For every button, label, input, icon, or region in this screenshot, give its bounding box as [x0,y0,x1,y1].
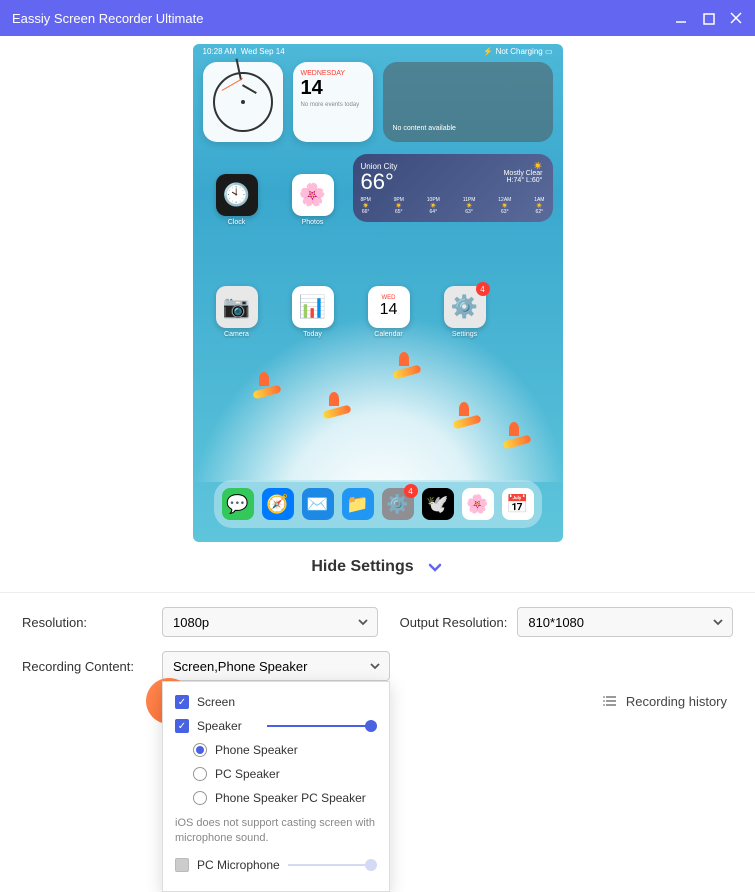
phone-statusbar: 10:28 AM Wed Sep 14 ⚡ Not Charging ▭ [193,47,563,56]
weather-condition: ☀️ Mostly Clear H:74° L:60° [504,162,543,184]
cal-num: 14 [301,77,365,100]
dock-icon: ⚙️4 [382,488,414,520]
photos-icon: 🌸 [292,174,334,216]
clock-face-icon [213,72,273,132]
app-icon: ⚙️4Settings [439,286,491,338]
resolution-select[interactable] [162,607,378,637]
settings-row: Resolution: Output Resolution: [22,607,733,637]
statusbar-date: Wed Sep 14 [241,47,285,56]
radio-pc-speaker[interactable]: PC Speaker [193,762,377,786]
radio-icon[interactable] [193,767,207,781]
dock-icon: 🕊️ [422,488,454,520]
app-icon: WED14Calendar [363,286,415,338]
radio-icon[interactable] [193,791,207,805]
maximize-button[interactable] [702,11,715,25]
checkbox-icon[interactable]: ✓ [175,695,189,709]
dropdown-option-speaker[interactable]: ✓ Speaker [175,714,377,738]
app-row: 📷Camera 📊Today WED14Calendar ⚙️4Settings [211,286,491,338]
dock-icon: 📁 [342,488,374,520]
dock: 💬🧭✉️📁⚙️4🕊️🌸📅 [214,480,542,528]
app-row: 🕙Clock 🌸Photos [211,174,491,226]
statusbar-charging: Not Charging [496,47,543,56]
recording-history-link[interactable]: Recording history [602,693,727,709]
recording-history-label: Recording history [626,694,727,709]
dropdown-note: iOS does not support casting screen with… [175,810,377,853]
recording-content-select[interactable] [162,651,390,681]
clock-icon: 🕙 [216,174,258,216]
titlebar: Eassiy Screen Recorder Ultimate [0,0,755,36]
dock-icon: 📅 [502,488,534,520]
statusbar-time: 10:28 AM [203,47,237,56]
radio-both-speakers[interactable]: Phone Speaker PC Speaker [193,786,377,810]
app-icon: 📊Today [287,286,339,338]
cal-sub: No more events today [301,102,365,108]
toggle-settings-button[interactable]: Hide Settings [311,558,443,576]
settings-panel: Resolution: Output Resolution: Recording… [0,592,755,709]
camera-icon: 📷 [216,286,258,328]
toggle-settings-label: Hide Settings [311,558,413,576]
phone-preview: 10:28 AM Wed Sep 14 ⚡ Not Charging ▭ WED… [193,44,563,542]
app-icon: 🕙Clock [211,174,263,226]
settings-icon: ⚙️4 [444,286,486,328]
minimize-button[interactable] [674,11,688,25]
radio-icon[interactable] [193,743,207,757]
speaker-volume-slider[interactable] [267,725,377,727]
widget-row: WEDNESDAY 14 No more events today No con… [203,62,553,142]
dock-icon: 💬 [222,488,254,520]
app-icon: 🌸Photos [287,174,339,226]
radio-phone-speaker[interactable]: Phone Speaker [193,738,377,762]
output-resolution-select[interactable] [517,607,733,637]
clock-widget [203,62,283,142]
chevron-down-icon [426,558,444,576]
output-resolution-label: Output Resolution: [400,615,508,630]
dock-icon: ✉️ [302,488,334,520]
app-grid: 🕙Clock 🌸Photos 📷Camera 📊Today WED14Calendar… [211,174,491,338]
resolution-label: Resolution: [22,615,152,630]
empty-widget: No content available [383,62,553,142]
app-icon: 📷Camera [211,286,263,338]
empty-widget-text: No content available [393,125,456,132]
today-icon: 📊 [292,286,334,328]
recording-content-dropdown: ✓ Screen ✓ Speaker Phone Speaker [162,681,390,892]
recording-content-label: Recording Content: [22,659,152,674]
dock-icon: 🧭 [262,488,294,520]
calendar-icon: WED14 [368,286,410,328]
settings-row: Recording Content: ✓ Screen ✓ Speaker [22,651,733,681]
cal-day: WEDNESDAY [301,70,365,77]
window-controls [674,11,743,25]
dock-icon: 🌸 [462,488,494,520]
main-area: 10:28 AM Wed Sep 14 ⚡ Not Charging ▭ WED… [0,36,755,709]
dropdown-option-microphone[interactable]: PC Microphone [175,853,377,877]
calendar-widget: WEDNESDAY 14 No more events today [293,62,373,142]
close-button[interactable] [729,11,743,25]
checkbox-icon[interactable] [175,858,189,872]
list-icon [602,693,618,709]
mic-volume-slider[interactable] [288,864,377,866]
dropdown-option-screen[interactable]: ✓ Screen [175,690,377,714]
app-title: Eassiy Screen Recorder Ultimate [12,11,674,26]
checkbox-icon[interactable]: ✓ [175,719,189,733]
